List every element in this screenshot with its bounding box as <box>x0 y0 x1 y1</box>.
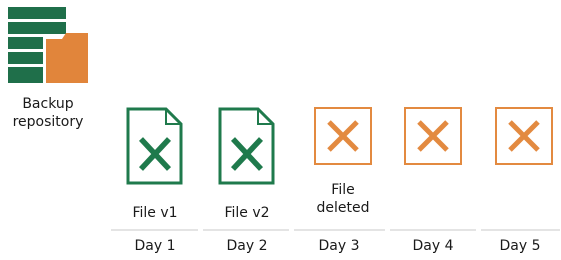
backup-repository-icon <box>8 7 88 83</box>
backup-repository-label: Backup repository <box>12 96 84 130</box>
file-v1-label: File v1 <box>132 205 178 221</box>
file-deleted-label: File deleted <box>316 182 370 216</box>
day5-timeline-line <box>481 229 560 231</box>
file-v1-icon <box>126 107 183 185</box>
file-deleted-cross-icon <box>314 107 372 165</box>
day5-cross-icon <box>495 107 553 165</box>
day3-timeline-line <box>294 229 385 231</box>
day4-label: Day 4 <box>412 238 454 254</box>
day1-timeline-line <box>111 229 198 231</box>
day4-cross-icon <box>404 107 462 165</box>
file-v2-label: File v2 <box>224 205 270 221</box>
file-v2-icon <box>218 107 275 185</box>
day2-timeline-line <box>203 229 289 231</box>
day3-label: Day 3 <box>318 238 360 254</box>
day5-label: Day 5 <box>499 238 541 254</box>
day2-label: Day 2 <box>226 238 268 254</box>
day1-label: Day 1 <box>134 238 176 254</box>
day4-timeline-line <box>390 229 476 231</box>
